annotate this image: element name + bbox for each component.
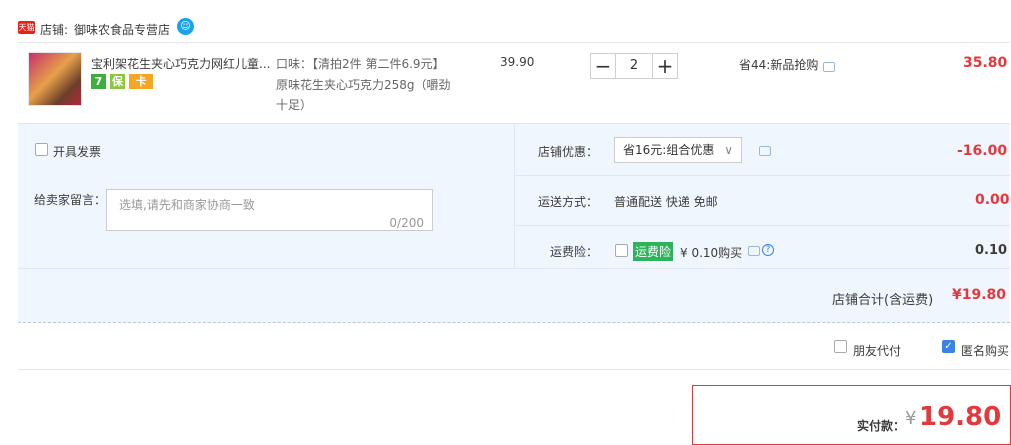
- friend-pay-checkbox[interactable]: [834, 340, 847, 353]
- insurance-label: 运费险：: [550, 245, 599, 259]
- product-attr-line3: 十足）: [276, 98, 313, 112]
- row-divider: [515, 225, 1010, 226]
- shipping-method: 普通配送 快递 免邮: [614, 195, 718, 209]
- divider: [18, 42, 1010, 43]
- anonymous-label[interactable]: 匿名购买: [961, 342, 1009, 359]
- row-divider: [515, 175, 1010, 176]
- shipping-amount: 0.00: [975, 192, 1010, 208]
- product-title-link[interactable]: 宝利架花生夹心巧克力网红儿童...: [91, 55, 270, 72]
- payment-label: 实付款：: [857, 419, 906, 433]
- shipping-label: 运送方式：: [538, 195, 599, 209]
- panel-divider: [514, 123, 515, 268]
- insurance-amount: 0.10: [975, 243, 1008, 258]
- seven-day-return-icon[interactable]: 7: [91, 74, 106, 89]
- divider: [18, 369, 1010, 370]
- payment-amount: 19.80: [919, 402, 1002, 432]
- chevron-down-icon: ∨: [724, 143, 733, 157]
- shop-name-link[interactable]: 御味农食品专营店: [74, 21, 170, 38]
- shop-discount-label: 店铺优惠：: [538, 145, 599, 159]
- product-attr-line2: 原味花生夹心巧克力258g（嚼劲: [276, 78, 451, 92]
- product-thumbnail[interactable]: [28, 52, 82, 106]
- message-char-counter: 0/200: [389, 216, 424, 230]
- insurance-chat-icon[interactable]: [748, 246, 760, 256]
- quantity-input[interactable]: 2: [616, 53, 652, 79]
- help-icon[interactable]: ?: [762, 244, 774, 256]
- message-textarea[interactable]: 选填,请先和商家协商一致 0/200: [106, 189, 433, 231]
- insurance-tag: 运费险: [633, 242, 674, 261]
- item-subtotal: 35.80: [963, 55, 1008, 71]
- chat-seller-icon[interactable]: ☺: [177, 18, 194, 35]
- guarantee-icon[interactable]: 保: [110, 74, 125, 89]
- item-promo: 省44:新品抢购: [739, 58, 819, 72]
- message-label: 给卖家留言：: [34, 193, 107, 207]
- row-divider: [18, 268, 1010, 269]
- unit-price: 39.90: [500, 55, 535, 69]
- insurance-checkbox[interactable]: [615, 244, 628, 257]
- shop-discount-amount: -16.00: [957, 143, 1008, 159]
- shop-discount-selected: 省16元:组合优惠: [623, 143, 715, 157]
- invoice-label[interactable]: 开具发票: [53, 143, 101, 160]
- message-placeholder: 选填,请先和商家协商一致: [119, 198, 255, 212]
- tmall-icon: 天猫: [18, 21, 35, 34]
- quantity-increase-button[interactable]: +: [652, 53, 678, 79]
- invoice-checkbox[interactable]: [35, 143, 48, 156]
- insurance-price: ¥ 0.10购买: [680, 246, 743, 260]
- anonymous-checkbox[interactable]: ✓: [942, 340, 955, 353]
- shop-total-label: 店铺合计(含运费): [832, 293, 934, 308]
- shop-discount-select[interactable]: 省16元:组合优惠 ∨: [614, 137, 742, 163]
- shop-label: 店铺:: [40, 23, 69, 37]
- quantity-decrease-button[interactable]: −: [590, 53, 616, 79]
- discount-info-icon[interactable]: [759, 146, 771, 156]
- credit-card-icon[interactable]: 卡: [129, 74, 153, 89]
- product-attr-flavor: 口味：【清拍2件 第二件6.9元】: [276, 57, 445, 71]
- payment-summary-box: 实付款： ¥ 19.80: [692, 385, 1011, 445]
- payment-currency: ¥: [905, 408, 917, 429]
- friend-pay-label[interactable]: 朋友代付: [853, 342, 901, 359]
- shop-total-amount: ¥19.80: [952, 287, 1007, 303]
- promo-info-icon[interactable]: [823, 62, 835, 72]
